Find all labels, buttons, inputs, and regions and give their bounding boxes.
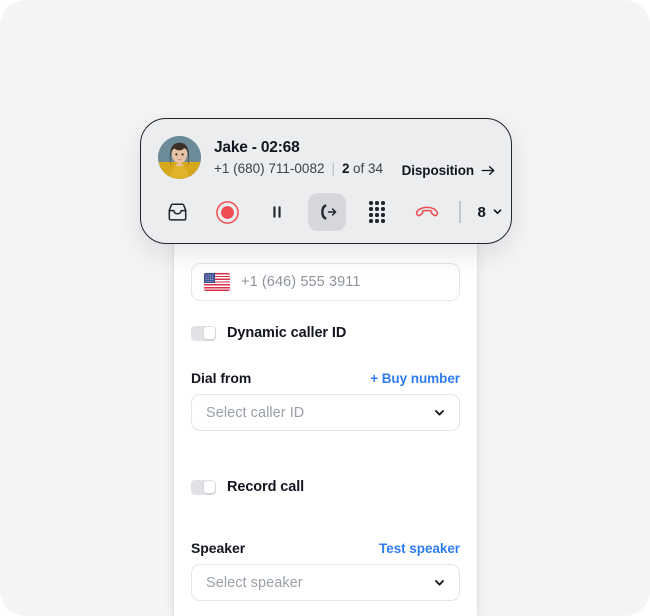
record-icon[interactable] xyxy=(208,193,246,231)
contact-phone-number: +1 (680) 711-0082 xyxy=(214,160,325,176)
queue-total: of 34 xyxy=(353,160,384,176)
record-call-toggle[interactable] xyxy=(191,479,216,495)
pause-icon[interactable] xyxy=(258,193,296,231)
speaker-select[interactable]: Select speaker xyxy=(191,564,460,601)
call-settings-panel: +1 (646) 555 3911 Dynamic caller ID Dial… xyxy=(174,244,477,616)
speaker-header: Speaker Test speaker xyxy=(191,540,460,556)
volume-level-value: 8 xyxy=(477,203,486,221)
arrow-right-icon xyxy=(481,164,496,177)
contact-avatar xyxy=(158,136,201,179)
call-bar-header: Jake - 02:68 +1 (680) 711-0082 | 2 of 34… xyxy=(158,136,496,179)
app-stage: +1 (646) 555 3911 Dynamic caller ID Dial… xyxy=(0,0,650,616)
caller-id-select[interactable]: Select caller ID xyxy=(191,394,460,431)
transfer-call-icon[interactable] xyxy=(308,193,346,231)
contact-meta: +1 (680) 711-0082 | 2 of 34 xyxy=(214,160,402,177)
chevron-down-icon xyxy=(433,406,446,419)
dialpad-icon[interactable] xyxy=(358,193,396,231)
speaker-select-value: Select speaker xyxy=(206,574,303,591)
contact-name-and-timer: Jake - 02:68 xyxy=(214,138,300,156)
dial-from-label: Dial from xyxy=(191,370,252,386)
volume-level-dropdown[interactable]: 8 xyxy=(478,204,505,221)
us-flag-icon xyxy=(204,273,230,291)
call-bar-contact-info: Jake - 02:68 +1 (680) 711-0082 | 2 of 34 xyxy=(214,139,402,177)
disposition-button[interactable]: Disposition xyxy=(402,163,496,179)
inbox-icon[interactable] xyxy=(158,193,196,231)
test-speaker-link[interactable]: Test speaker xyxy=(379,541,460,556)
dial-from-header: Dial from + Buy number xyxy=(191,370,460,386)
toggle-knob xyxy=(203,481,215,493)
call-controls: 8 xyxy=(158,193,502,231)
caller-id-select-value: Select caller ID xyxy=(206,404,305,421)
dynamic-caller-id-row[interactable]: Dynamic caller ID xyxy=(191,325,346,341)
active-call-bar: Jake - 02:68 +1 (680) 711-0082 | 2 of 34… xyxy=(140,118,512,244)
buy-number-link[interactable]: + Buy number xyxy=(370,371,460,386)
controls-divider xyxy=(459,201,461,223)
phone-number-input[interactable]: +1 (646) 555 3911 xyxy=(191,263,460,301)
speaker-label: Speaker xyxy=(191,540,246,556)
dynamic-caller-id-label: Dynamic caller ID xyxy=(227,325,347,341)
chevron-down-icon xyxy=(492,206,505,219)
record-call-row[interactable]: Record call xyxy=(191,479,304,495)
phone-number-placeholder: +1 (646) 555 3911 xyxy=(241,274,361,290)
dynamic-caller-id-toggle[interactable] xyxy=(191,325,216,341)
queue-position: 2 xyxy=(341,160,350,176)
meta-separator: | xyxy=(331,160,335,176)
dialpad-dots xyxy=(369,200,385,224)
settings-panel-content: +1 (646) 555 3911 Dynamic caller ID Dial… xyxy=(174,244,477,616)
toggle-knob xyxy=(203,327,215,339)
record-call-label: Record call xyxy=(227,479,305,495)
hang-up-icon[interactable] xyxy=(408,193,446,231)
chevron-down-icon xyxy=(433,576,446,589)
disposition-label: Disposition xyxy=(401,163,475,178)
